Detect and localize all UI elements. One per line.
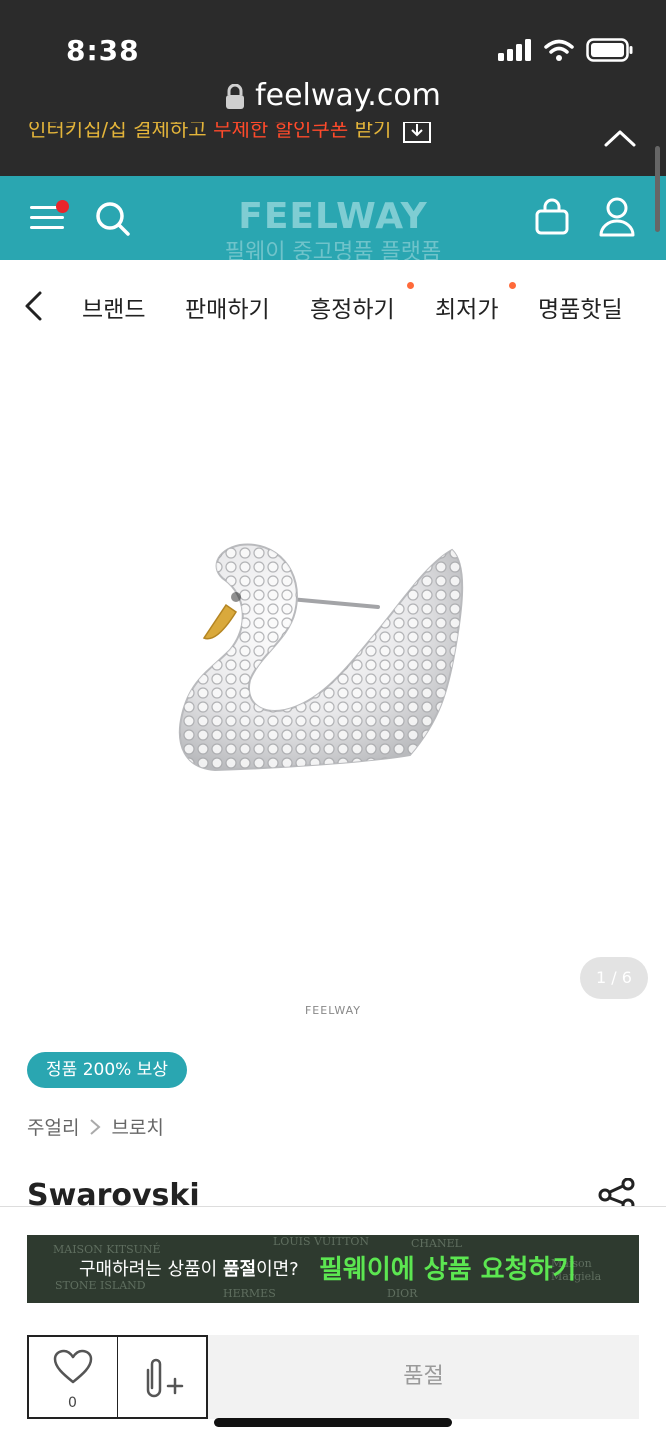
heart-icon xyxy=(53,1349,93,1384)
breadcrumb-item-jewelry[interactable]: 주얼리 xyxy=(27,1113,79,1140)
download-icon xyxy=(402,122,431,143)
nav-new-dot xyxy=(407,282,414,289)
wifi-icon xyxy=(544,39,574,61)
address-bar[interactable]: feelway.com xyxy=(0,78,666,113)
banner-question: 구매하려는 상품이 품절이면? xyxy=(79,1255,299,1281)
user-icon[interactable] xyxy=(598,196,636,238)
request-product-banner[interactable]: MAISON KITSUNÉ LOUIS VUITTON CHANEL STON… xyxy=(27,1235,639,1303)
nav-item-negotiate[interactable]: 흥정하기 xyxy=(310,290,395,324)
like-count: 0 xyxy=(68,1395,77,1411)
category-nav: 브랜드 판매하기 흥정하기 최저가 명품핫딜 xyxy=(0,260,666,350)
promo-text-end: 받기 xyxy=(348,122,392,141)
promo-text: 인터키집/집 결제하고 xyxy=(28,122,214,141)
back-arrow-icon[interactable] xyxy=(22,290,46,322)
scrollbar[interactable] xyxy=(655,146,660,232)
promo-highlight: 무제한 할인쿠폰 xyxy=(213,122,349,141)
banner-bg-word: LOUIS VUITTON xyxy=(273,1235,370,1248)
breadcrumb: 주얼리 브로치 xyxy=(27,1113,164,1140)
status-icons xyxy=(498,38,634,62)
nav-item-hot-deal[interactable]: 명품핫딜 xyxy=(538,290,623,324)
banner-cta: 필웨이에 상품 요청하기 xyxy=(319,1255,577,1285)
nav-new-dot xyxy=(509,282,516,289)
product-page: 8:38 feelway.com 인터키집/집 결제하고 무제한 할인쿠폰 받기… xyxy=(0,0,666,1440)
promo-strip[interactable]: 인터키집/집 결제하고 무제한 할인쿠폰 받기 xyxy=(28,122,508,148)
chevron-right-icon xyxy=(90,1118,101,1135)
breadcrumb-item-brooch[interactable]: 브로치 xyxy=(111,1113,163,1140)
banner-question-pre: 구매하려는 상품이 xyxy=(79,1259,223,1280)
url-text: feelway.com xyxy=(255,78,441,113)
add-to-collection-button[interactable] xyxy=(117,1335,208,1419)
site-header: FEELWAY 필웨이 중고명품 플랫폼 xyxy=(0,176,666,265)
product-brand[interactable]: Swarovski xyxy=(27,1178,200,1206)
authenticity-badge: 정품 200% 보상 xyxy=(27,1052,187,1088)
signal-icon xyxy=(498,39,531,61)
product-image-gallery[interactable] xyxy=(0,350,666,1030)
banner-bg-word: DIOR xyxy=(387,1287,418,1300)
share-icon[interactable] xyxy=(598,1178,636,1208)
chevron-up-icon[interactable] xyxy=(604,128,636,148)
browser-top-bar: 8:38 feelway.com 인터키집/집 결제하고 무제한 할인쿠폰 받기 xyxy=(0,0,666,176)
nav-item-brand[interactable]: 브랜드 xyxy=(82,290,145,324)
paperclip-plus-icon xyxy=(146,1358,184,1398)
nav-item-lowest-price[interactable]: 최저가 xyxy=(435,290,498,324)
home-indicator[interactable] xyxy=(214,1418,452,1427)
status-time: 8:38 xyxy=(66,34,140,67)
image-watermark: FEELWAY xyxy=(304,1004,361,1017)
banner-bg-word: HERMES xyxy=(223,1287,276,1300)
lock-icon xyxy=(226,83,245,109)
like-button[interactable]: 0 xyxy=(27,1335,118,1419)
battery-icon xyxy=(586,38,633,62)
nav-item-sell[interactable]: 판매하기 xyxy=(185,290,270,324)
bottom-action-sheet: MAISON KITSUNÉ LOUIS VUITTON CHANEL STON… xyxy=(0,1206,666,1440)
soldout-button[interactable]: 품절 xyxy=(208,1335,639,1419)
banner-question-post: 이면? xyxy=(256,1259,299,1280)
shopping-bag-icon[interactable] xyxy=(534,198,570,236)
image-counter: 1 / 6 xyxy=(580,957,648,999)
banner-question-bold: 품절 xyxy=(222,1259,257,1280)
product-image-swan-brooch xyxy=(178,543,464,772)
